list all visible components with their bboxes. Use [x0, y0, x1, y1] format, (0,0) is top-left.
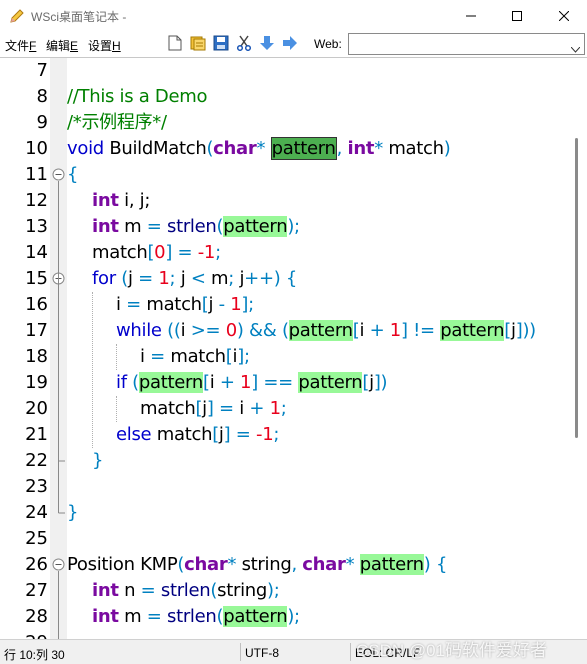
code-line: if (pattern[i + 1] == pattern[j]) [116, 372, 388, 393]
code-line: else match[j] = -1; [116, 424, 280, 445]
code-line: match[j] = i + 1; [140, 398, 287, 419]
new-file-icon[interactable] [166, 34, 184, 52]
pencil-icon [9, 8, 25, 24]
code-line: i = match[i]; [140, 346, 250, 367]
code-line: match[0] = -1; [92, 242, 221, 263]
line-number: 18 [25, 346, 48, 367]
menu-edit[interactable]: 编辑E [46, 37, 78, 54]
code-line: } [67, 502, 79, 523]
scrollbar-thumb[interactable] [575, 138, 578, 438]
line-number: 24 [25, 502, 48, 523]
line-number: 11 [25, 164, 48, 185]
menu-settings[interactable]: 设置H [88, 37, 121, 54]
line-number: 22 [25, 450, 48, 471]
cut-icon[interactable] [235, 34, 253, 52]
arrow-right-icon[interactable] [281, 34, 299, 52]
line-number: 15 [25, 268, 48, 289]
code-line: while ((i >= 0) && (pattern[i + 1] != pa… [116, 320, 536, 341]
line-number: 10 [25, 138, 48, 159]
web-url-input[interactable] [348, 33, 585, 55]
line-number: 17 [25, 320, 48, 341]
line-number: 12 [25, 190, 48, 211]
line-number: 7 [36, 60, 48, 81]
line-number: 27 [25, 580, 48, 601]
status-divider [350, 643, 351, 661]
menu-file[interactable]: 文件F [5, 37, 36, 54]
arrow-down-icon[interactable] [258, 34, 276, 52]
code-line: { [67, 164, 79, 185]
watermark: CSDN @01码软件爱好者 [356, 641, 548, 660]
code-line: void BuildMatch(char* pattern, int* matc… [67, 137, 451, 160]
window-title: WSci桌面笔记本 - [31, 10, 127, 24]
minimize-icon [466, 15, 476, 17]
line-number: 23 [25, 476, 48, 497]
code-line: int m = strlen(pattern); [92, 216, 300, 237]
line-number: 8 [36, 86, 48, 107]
code-line: int m = strlen(pattern); [92, 606, 300, 627]
code-line: /*示例程序*/ [67, 112, 167, 133]
code-line: Position KMP(char* string, char* pattern… [67, 554, 448, 575]
code-editor[interactable]: 7 8 9 10 11 12 13 14 15 16 17 18 19 20 2… [0, 57, 587, 639]
line-number: 29 [0, 630, 48, 639]
minimize-button[interactable] [448, 0, 494, 32]
line-number: 25 [25, 528, 48, 549]
close-button[interactable] [541, 0, 587, 32]
line-number: 28 [25, 606, 48, 627]
open-icon[interactable] [189, 34, 207, 52]
code-line: int i, j; [92, 190, 151, 211]
code-line: for (j = 1; j < m; j++) { [92, 268, 298, 289]
chevron-down-icon[interactable] [570, 40, 581, 58]
toolbar: 文件F 编辑E 设置H Web: [0, 32, 587, 56]
close-icon [559, 11, 569, 21]
line-number: 13 [25, 216, 48, 237]
code-line: int n = strlen(string); [92, 580, 280, 601]
line-number: 19 [25, 372, 48, 393]
maximize-icon [512, 11, 522, 21]
code-line: //This is a Demo [67, 86, 208, 107]
web-label: Web: [314, 37, 342, 51]
line-number: 16 [25, 294, 48, 315]
line-number: 14 [25, 242, 48, 263]
maximize-button[interactable] [494, 0, 540, 32]
encoding-status: UTF-8 [245, 646, 279, 660]
fold-lines [58, 181, 65, 639]
line-number: 21 [25, 424, 48, 445]
selected-word: pattern [270, 137, 337, 160]
save-icon[interactable] [212, 34, 230, 52]
line-number: 26 [25, 554, 48, 575]
title-bar: WSci桌面笔记本 - [0, 0, 587, 32]
status-divider [240, 643, 241, 661]
cursor-position: 行 10:列 30 [4, 648, 65, 662]
code-text-area[interactable]: //This is a Demo /*示例程序*/ void BuildMatc… [67, 58, 573, 639]
code-line: } [92, 450, 104, 471]
line-number: 9 [36, 112, 48, 133]
line-number: 20 [25, 398, 48, 419]
code-line: i = match[j - 1]; [116, 294, 254, 315]
